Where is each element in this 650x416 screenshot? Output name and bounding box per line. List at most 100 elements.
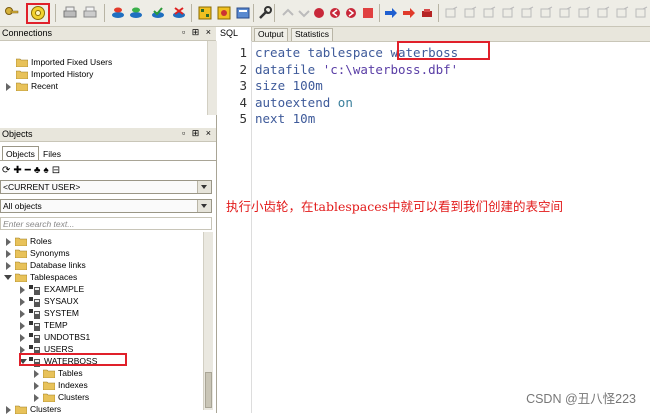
bookmark-icon[interactable] [311, 5, 327, 21]
expand-icon[interactable] [6, 83, 11, 91]
expand-arrow-icon[interactable] [34, 394, 39, 402]
expand-arrow-icon[interactable] [6, 250, 11, 258]
compile-icon[interactable] [235, 5, 251, 21]
code-line: autoextend on [255, 95, 353, 110]
line-number-gutter: 12345 [217, 41, 252, 413]
expand-arrow-icon[interactable] [20, 310, 25, 318]
bookmark-prev-icon[interactable] [327, 5, 343, 21]
scrollbar-thumb[interactable] [205, 372, 212, 408]
search-input[interactable]: Enter search text... [0, 217, 212, 230]
expand-arrow-icon[interactable] [20, 286, 25, 294]
disabled-tool-icon[interactable] [481, 5, 497, 21]
autotrace-icon[interactable] [216, 5, 232, 21]
indent-icon[interactable] [280, 5, 296, 21]
key-icon[interactable] [4, 5, 20, 21]
tree-item-label: Clusters [58, 392, 90, 402]
tree-item[interactable]: Tablespaces [0, 272, 200, 284]
tree-item-tablespace[interactable]: EXAMPLE [0, 284, 200, 296]
run-icon[interactable] [383, 5, 399, 21]
tree-item[interactable]: Clusters [0, 404, 200, 416]
expand-arrow-icon[interactable] [6, 238, 11, 246]
folder-icon [15, 261, 27, 270]
dropdown-arrow-icon[interactable] [197, 200, 211, 212]
tab-sql[interactable]: SQL [216, 27, 252, 41]
db-connect-icon[interactable] [110, 5, 126, 21]
step-over-icon[interactable] [401, 5, 417, 21]
unindent-icon[interactable] [296, 5, 312, 21]
connections-scrollbar[interactable] [207, 41, 217, 115]
db-disconnect-icon[interactable] [128, 5, 144, 21]
db-rollback-icon[interactable] [171, 5, 187, 21]
annotation-text: 执行小齿轮，在tablespaces中就可以看到我们创建的表空间 [226, 199, 564, 214]
connections-item[interactable]: Imported Fixed Users [0, 57, 210, 69]
tree-item[interactable]: Clusters [0, 392, 200, 404]
disabled-tool-icon[interactable] [462, 5, 478, 21]
code-line: next 10m [255, 111, 315, 126]
remove-icon[interactable]: ━ [25, 165, 34, 176]
tree-item-tablespace[interactable]: SYSTEM [0, 308, 200, 320]
objects-header: Objects ▫ ⊞ × [0, 128, 216, 142]
tab-files[interactable]: Files [40, 148, 64, 160]
wrench-icon[interactable] [257, 5, 273, 21]
expand-arrow-icon[interactable] [20, 322, 25, 330]
stop-icon[interactable] [419, 5, 435, 21]
connections-item[interactable]: Recent [0, 81, 210, 93]
dropdown-arrow-icon[interactable] [197, 181, 211, 193]
clear-icon[interactable] [360, 5, 376, 21]
expand-arrow-icon[interactable] [20, 298, 25, 306]
gear-highlight-box [26, 3, 50, 24]
objects-panel-controls[interactable]: ▫ ⊞ × [182, 128, 213, 139]
tree-item-label: Indexes [58, 380, 88, 390]
expand-arrow-icon[interactable] [34, 370, 39, 378]
disabled-tool-icon[interactable] [500, 5, 516, 21]
bookmark-next-icon[interactable] [343, 5, 359, 21]
tree-item[interactable]: Indexes [0, 380, 200, 392]
sql-keyword: autoextend [255, 94, 338, 110]
sql-keyword: next [255, 111, 293, 126]
tree-item-label: EXAMPLE [44, 284, 85, 294]
refresh-icon[interactable]: ⟳ [2, 165, 13, 176]
tablespace-icon [29, 333, 40, 343]
folder-icon [16, 58, 28, 67]
collapse-arrow-icon[interactable] [4, 275, 12, 280]
disabled-tool-icon[interactable] [576, 5, 592, 21]
collapse-icon[interactable]: ⊟ [52, 165, 63, 176]
find-icon[interactable]: ♣ [34, 165, 44, 176]
print-preview-icon[interactable] [82, 5, 98, 21]
tree-item[interactable]: Tables [0, 368, 200, 380]
tree-item-tablespace[interactable]: TEMP [0, 320, 200, 332]
explain-plan-icon[interactable] [197, 5, 213, 21]
disabled-tool-icon[interactable] [614, 5, 630, 21]
sql-value: 'c:\waterboss.dbf' [322, 61, 459, 77]
disabled-tool-icon[interactable] [519, 5, 535, 21]
expand-arrow-icon[interactable] [20, 334, 25, 342]
tab-statistics[interactable]: Statistics [291, 28, 334, 41]
db-commit-icon[interactable] [150, 5, 166, 21]
expand-arrow-icon[interactable] [6, 262, 11, 270]
printer-icon[interactable] [62, 5, 78, 21]
expand-arrow-icon[interactable] [34, 382, 39, 390]
folder-icon [43, 393, 55, 402]
tree-item-tablespace[interactable]: SYSAUX [0, 296, 200, 308]
toolbar-separator [253, 4, 254, 22]
tab-objects[interactable]: Objects [2, 146, 39, 161]
tree-item-tablespace[interactable]: UNDOTBS1 [0, 332, 200, 344]
tablespace-icon [29, 285, 40, 295]
tree-item[interactable]: Database links [0, 260, 200, 272]
filter-select[interactable]: All objects [0, 199, 212, 213]
connections-panel-controls[interactable]: ▫ ⊞ × [182, 27, 213, 38]
tree-item[interactable]: Roles [0, 236, 200, 248]
disabled-tool-icon[interactable] [557, 5, 573, 21]
disabled-tool-icon[interactable] [595, 5, 611, 21]
disabled-tool-icon[interactable] [443, 5, 459, 21]
user-select[interactable]: <CURRENT USER> [0, 180, 212, 194]
connections-item[interactable]: Imported History [0, 69, 210, 81]
objects-scrollbar[interactable] [203, 232, 213, 410]
tree-item[interactable]: Synonyms [0, 248, 200, 260]
add-icon[interactable]: ✚ [13, 165, 24, 176]
filter-icon[interactable]: ♠ [43, 165, 51, 176]
tab-output[interactable]: Output [254, 28, 288, 41]
disabled-tool-icon[interactable] [538, 5, 554, 21]
disabled-tool-icon[interactable] [633, 5, 649, 21]
toolbar-separator [438, 4, 439, 22]
